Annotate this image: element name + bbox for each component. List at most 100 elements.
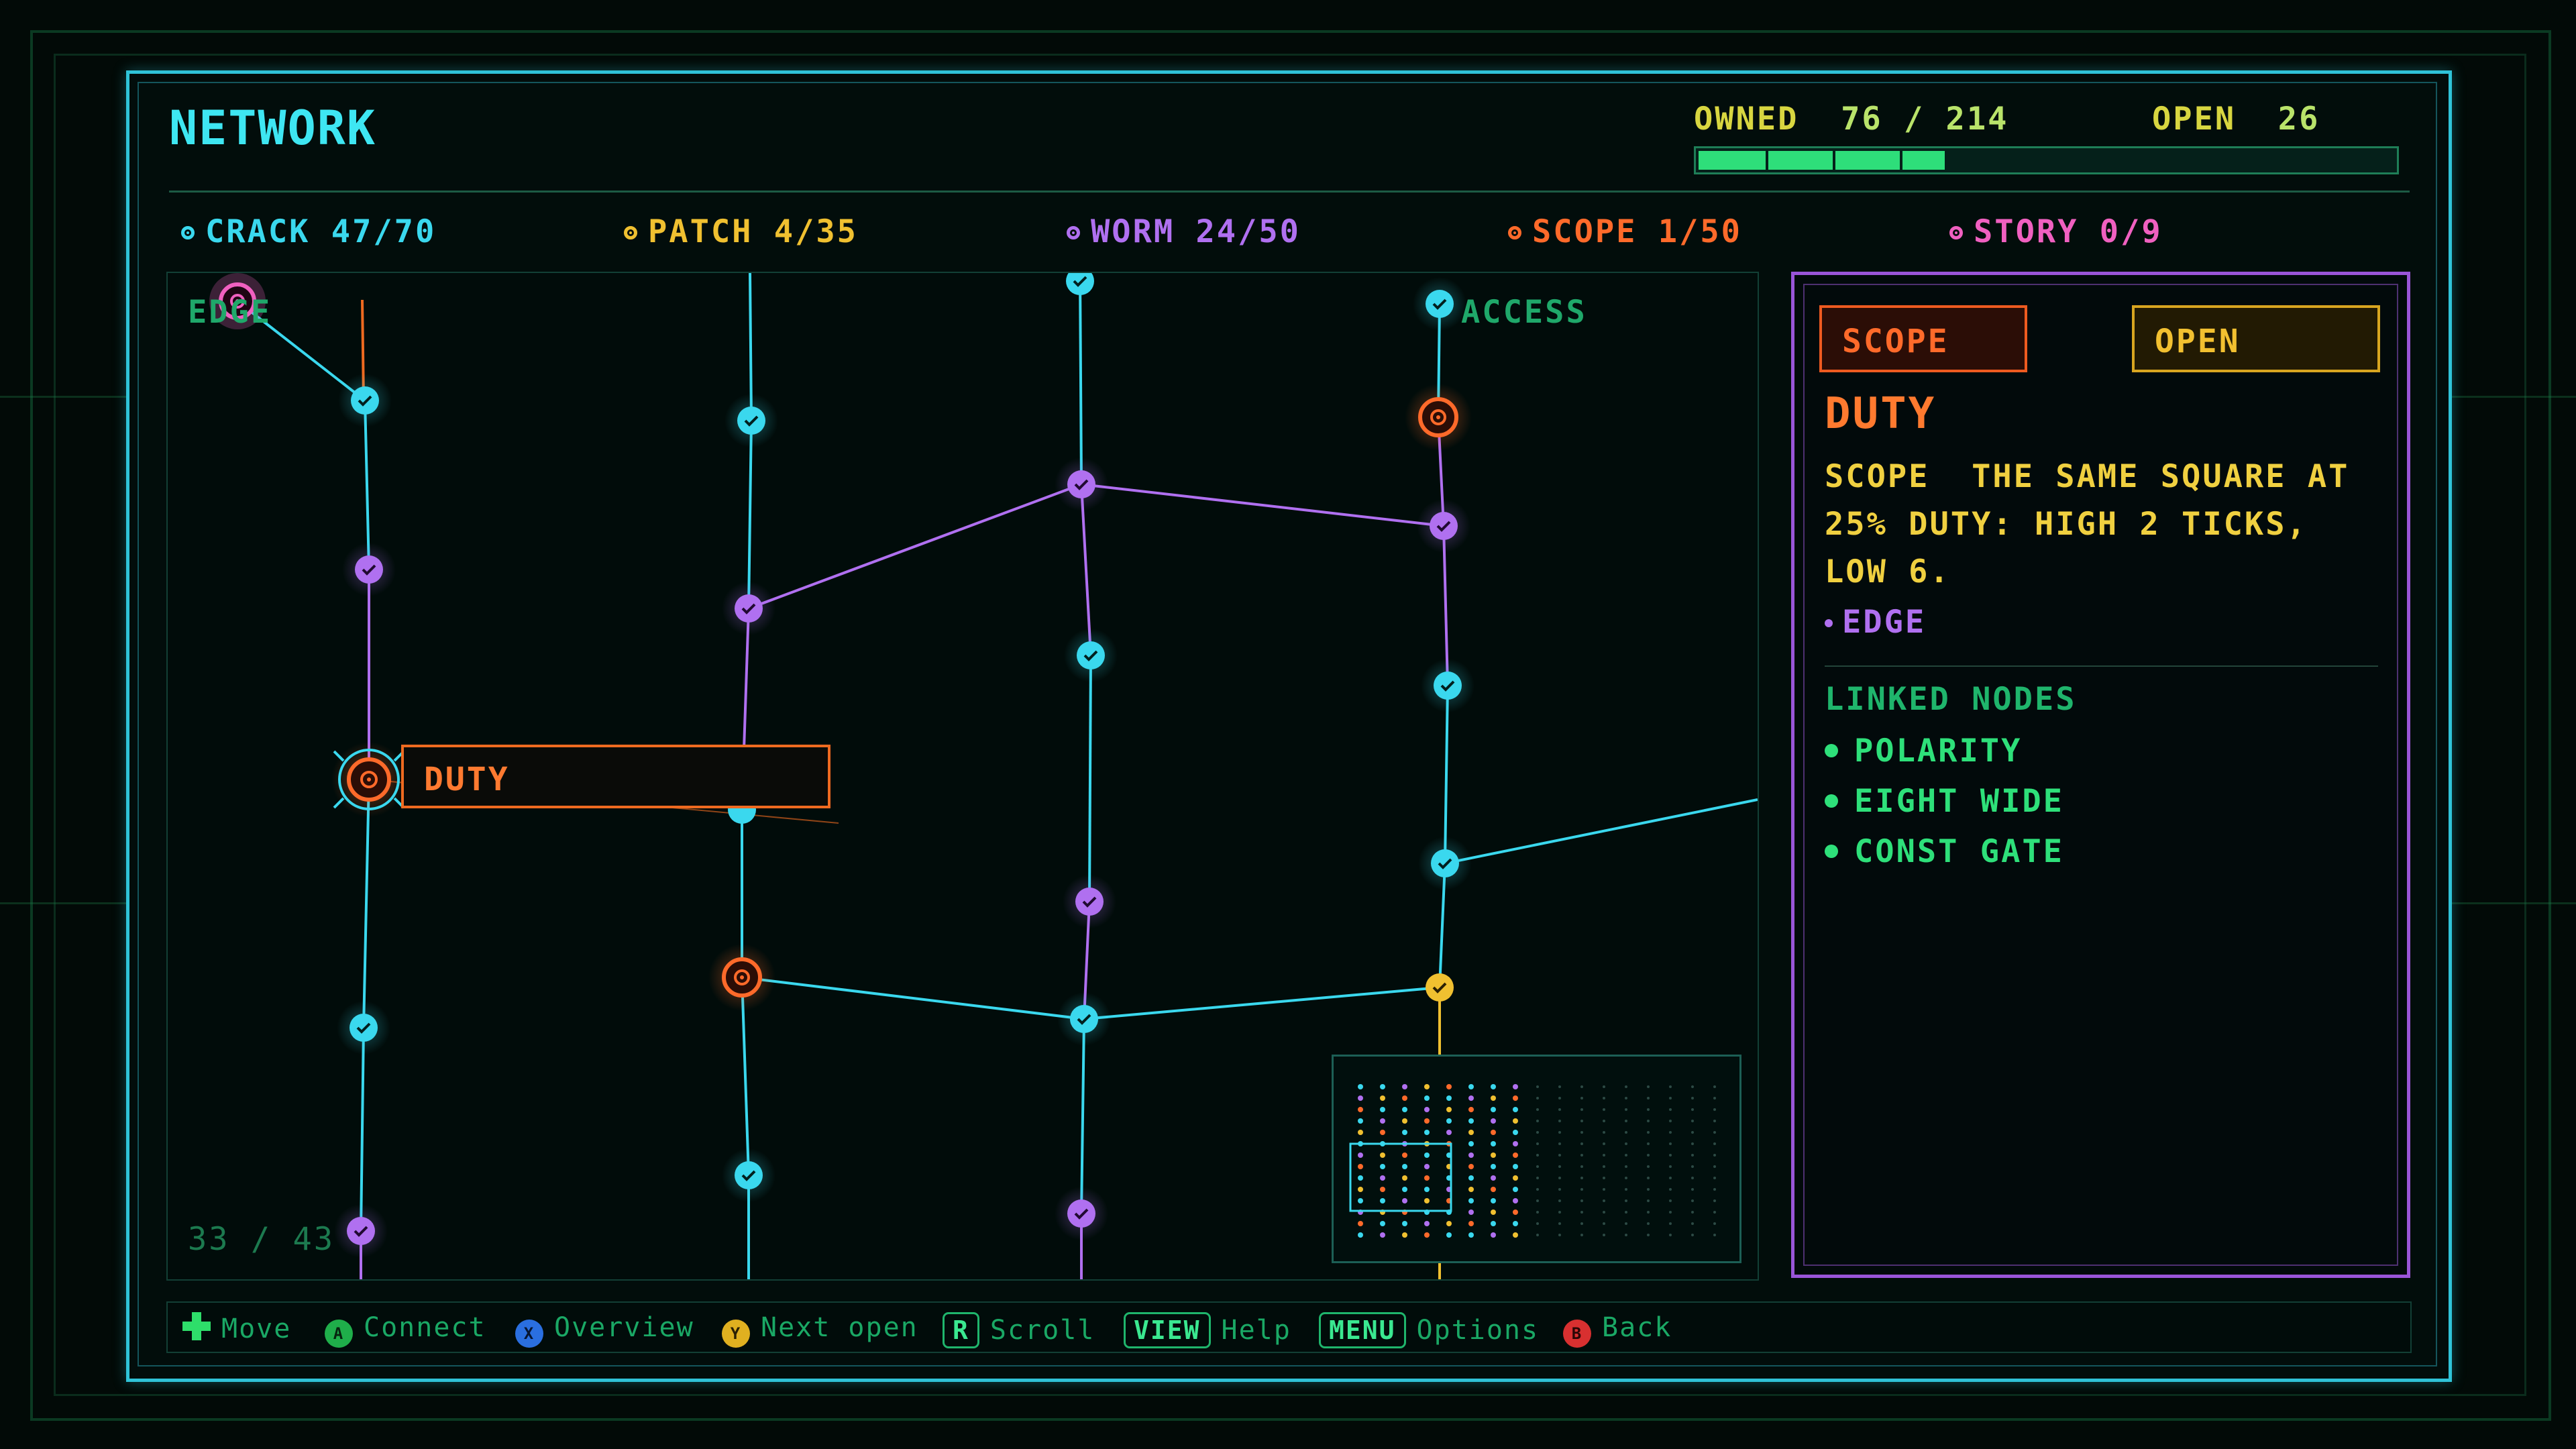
minimap-node: [1358, 1107, 1363, 1112]
minimap-node: [1647, 1154, 1650, 1157]
minimap-graph: [1349, 1084, 1716, 1238]
minimap-node: [1491, 1187, 1496, 1192]
hint-overview[interactable]: X Overview: [515, 1312, 694, 1348]
owned-label: OWNED: [1694, 101, 1799, 138]
worm-node[interactable]: [1055, 458, 1108, 511]
scope-node[interactable]: [708, 944, 775, 1011]
minimap-node: [1358, 1095, 1363, 1101]
filter-patch[interactable]: PATCH 4/35: [624, 213, 858, 250]
minimap-node: [1358, 1118, 1363, 1124]
worm-node[interactable]: [342, 543, 396, 596]
minimap-node: [1691, 1108, 1694, 1111]
minimap-node: [1513, 1095, 1518, 1101]
minimap-node: [1513, 1221, 1518, 1226]
hint-connect[interactable]: A Connect: [325, 1312, 486, 1348]
minimap-node: [1402, 1152, 1407, 1158]
minimap-node: [1669, 1085, 1672, 1088]
minimap-node: [1580, 1177, 1583, 1179]
minimap-viewport[interactable]: [1349, 1142, 1452, 1212]
selected-scope-node[interactable]: [331, 742, 407, 817]
linked-node-label: CONST GATE: [1854, 833, 2064, 870]
worm-nodes[interactable]: [334, 458, 1470, 1258]
crack-node[interactable]: [338, 374, 392, 427]
progress-segment: [1766, 151, 1768, 170]
filter-scope[interactable]: SCOPE 1/50: [1508, 213, 1742, 250]
minimap-node: [1558, 1222, 1561, 1225]
crack-node[interactable]: [1064, 629, 1118, 682]
crack-nodes[interactable]: [337, 273, 1474, 1202]
column-label-access: ACCESS: [1461, 294, 1587, 331]
minimap-node: [1380, 1107, 1385, 1112]
minimap-node: [1603, 1222, 1605, 1225]
minimap-node: [1669, 1211, 1672, 1214]
selected-node-tag[interactable]: DUTY: [401, 745, 830, 808]
minimap-node: [1669, 1120, 1672, 1122]
worm-node[interactable]: [1417, 499, 1470, 553]
minimap-node: [1424, 1118, 1430, 1124]
crack-node[interactable]: [722, 1148, 775, 1202]
hint-back[interactable]: B Back: [1563, 1312, 1672, 1348]
scope-node[interactable]: [1405, 384, 1472, 451]
minimap-node: [1713, 1142, 1716, 1145]
minimap-node: [1468, 1141, 1474, 1146]
filter-crack[interactable]: CRACK 47/70: [181, 213, 436, 250]
minimap-node: [1402, 1187, 1407, 1192]
crack-node[interactable]: [1057, 992, 1111, 1046]
worm-node[interactable]: [334, 1204, 388, 1258]
hint-connect-label: Connect: [364, 1312, 486, 1343]
hint-options-label: Options: [1416, 1315, 1540, 1346]
minimap-node: [1513, 1107, 1518, 1112]
minimap-node: [1580, 1165, 1583, 1168]
minimap-node: [1647, 1142, 1650, 1145]
hint-next-open[interactable]: Y Next open: [722, 1312, 918, 1348]
hint-help[interactable]: VIEW Help: [1124, 1312, 1291, 1348]
filter-worm[interactable]: WORM 24/50: [1067, 213, 1301, 250]
crack-node[interactable]: [724, 394, 778, 447]
worm-node[interactable]: [1055, 1187, 1108, 1240]
hint-move[interactable]: Move: [182, 1312, 291, 1344]
minimap-node: [1625, 1222, 1627, 1225]
minimap-node: [1691, 1154, 1694, 1157]
patch-node[interactable]: [1426, 973, 1454, 1002]
hint-back-label: Back: [1602, 1312, 1672, 1343]
hint-scroll[interactable]: R Scroll: [943, 1312, 1095, 1348]
node-type-button[interactable]: SCOPE: [1819, 305, 2027, 372]
minimap-node: [1380, 1152, 1385, 1158]
linked-node-item[interactable]: EIGHT WIDE: [1825, 783, 2064, 820]
crack-node[interactable]: [1418, 837, 1472, 890]
minimap-node: [1402, 1221, 1407, 1226]
minimap-node: [1491, 1141, 1496, 1146]
minimap-node: [1402, 1164, 1407, 1169]
filter-worm-label: WORM 24/50: [1091, 213, 1301, 250]
minimap-node: [1358, 1221, 1363, 1226]
minimap-node: [1513, 1084, 1518, 1089]
hint-options[interactable]: MENU Options: [1319, 1312, 1539, 1348]
worm-node[interactable]: [722, 582, 775, 635]
minimap-node: [1491, 1198, 1496, 1203]
minimap-node: [1558, 1234, 1561, 1236]
minimap-node: [1491, 1118, 1496, 1124]
crack-node[interactable]: [1066, 273, 1094, 295]
minimap-node: [1647, 1120, 1650, 1122]
crack-node[interactable]: [337, 1001, 390, 1055]
node-status-button[interactable]: OPEN: [2132, 305, 2380, 372]
minimap-node: [1402, 1118, 1407, 1124]
minimap[interactable]: [1332, 1055, 1741, 1263]
selected-node-label: DUTY: [424, 761, 510, 798]
filter-story[interactable]: STORY 0/9: [1949, 213, 2163, 250]
minimap-node: [1358, 1164, 1363, 1169]
filter-story-label: STORY 0/9: [1974, 213, 2163, 250]
minimap-node: [1625, 1234, 1627, 1236]
minimap-node: [1536, 1177, 1539, 1179]
crack-node[interactable]: [1421, 659, 1474, 712]
crack-node[interactable]: [1413, 277, 1466, 331]
minimap-node: [1603, 1165, 1605, 1168]
worm-node[interactable]: [1063, 875, 1116, 928]
linked-node-item[interactable]: POLARITY: [1825, 733, 2022, 769]
progress-segment: [1833, 151, 1835, 170]
minimap-node: [1647, 1131, 1650, 1134]
minimap-node: [1558, 1097, 1561, 1099]
link: [748, 483, 1082, 610]
linked-node-item[interactable]: CONST GATE: [1825, 833, 2064, 870]
minimap-node: [1536, 1108, 1539, 1111]
